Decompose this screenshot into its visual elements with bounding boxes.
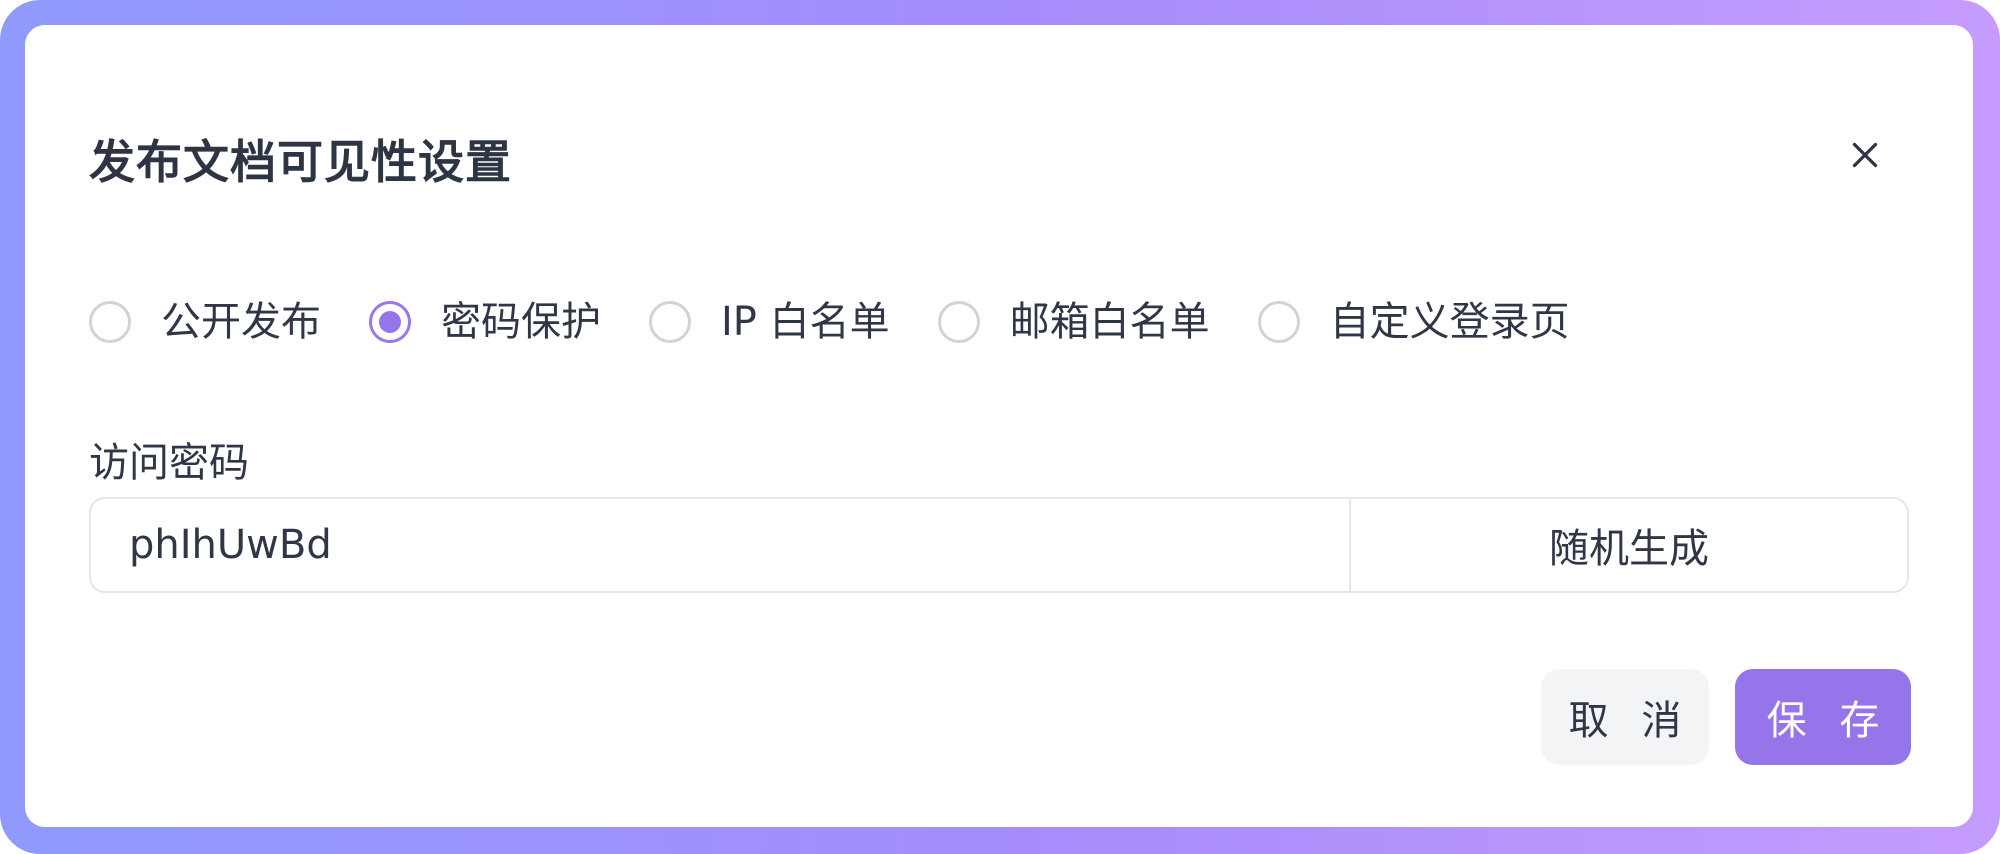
radio-dot [379, 311, 401, 333]
radio-password[interactable]: 密码保护 [369, 294, 601, 350]
password-field-label: 访问密码 [89, 440, 249, 486]
visibility-radio-group: 公开发布 密码保护 IP 白名单 邮箱白名单 自定义登录页 [89, 290, 1618, 354]
random-generate-button[interactable]: 随机生成 [1349, 499, 1907, 591]
visibility-settings-dialog: 发布文档可见性设置 公开发布 密码保护 IP 白名单 邮箱白名单 自定义登录页 … [25, 25, 1973, 827]
password-input-group: 随机生成 [89, 497, 1909, 593]
radio-button[interactable] [369, 301, 411, 343]
radio-email-whitelist[interactable]: 邮箱白名单 [937, 294, 1210, 350]
radio-custom-login[interactable]: 自定义登录页 [1257, 294, 1570, 350]
close-button[interactable] [1841, 131, 1889, 179]
radio-label: 自定义登录页 [1329, 299, 1570, 345]
radio-label: IP 白名单 [721, 299, 890, 345]
cancel-button[interactable]: 取 消 [1541, 669, 1709, 765]
radio-button[interactable] [649, 301, 691, 343]
radio-button[interactable] [1257, 301, 1300, 343]
radio-button[interactable] [89, 301, 131, 343]
radio-label: 邮箱白名单 [1009, 299, 1210, 345]
password-input[interactable] [91, 499, 1349, 591]
close-icon [1852, 142, 1878, 168]
gradient-frame: 发布文档可见性设置 公开发布 密码保护 IP 白名单 邮箱白名单 自定义登录页 … [0, 0, 2000, 854]
radio-label: 密码保护 [441, 299, 601, 345]
radio-label: 公开发布 [161, 299, 321, 345]
save-button[interactable]: 保 存 [1735, 669, 1911, 765]
radio-button[interactable] [937, 301, 980, 343]
radio-ip-whitelist[interactable]: IP 白名单 [649, 294, 890, 350]
radio-public[interactable]: 公开发布 [89, 294, 321, 350]
dialog-title: 发布文档可见性设置 [89, 135, 512, 189]
